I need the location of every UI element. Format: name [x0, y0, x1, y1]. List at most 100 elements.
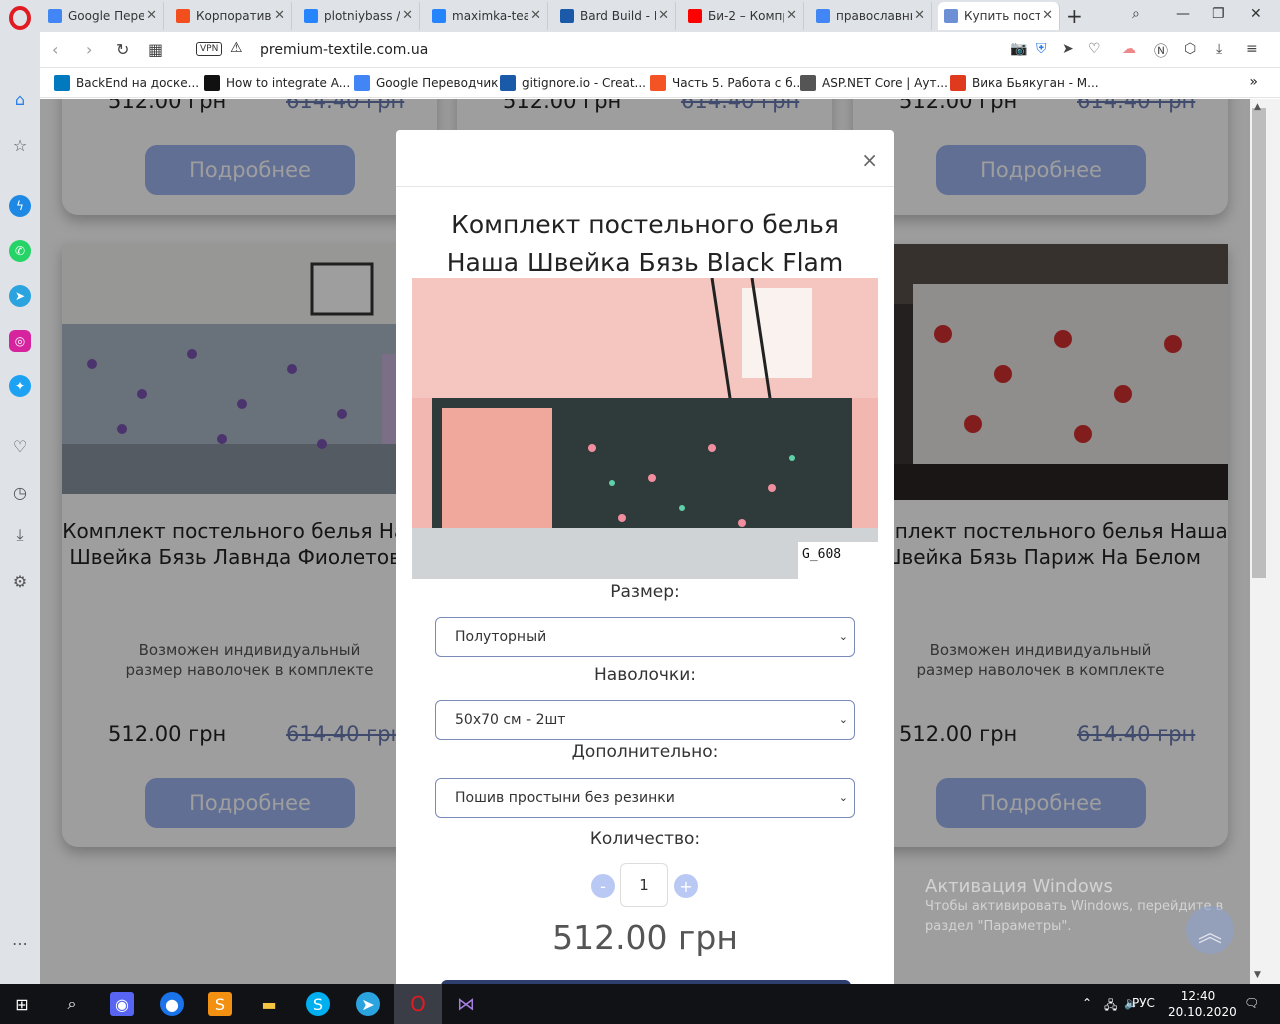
settings-gear-icon[interactable]: ⚙: [9, 570, 31, 592]
whatsapp-icon[interactable]: ✆: [9, 240, 31, 262]
scrollbar-thumb[interactable]: [1252, 108, 1266, 578]
tab-bard-build[interactable]: Bard Build - It ✕: [554, 2, 676, 30]
modal-header: ×: [396, 130, 894, 187]
image-code-label: G_608: [802, 547, 841, 562]
close-icon[interactable]: ✕: [1042, 8, 1053, 23]
forward-icon[interactable]: ›: [86, 40, 92, 59]
telegram-icon[interactable]: ➤: [356, 992, 380, 1016]
address-bar: ‹ › ↻ ▦ VPN ⚠ premium-textile.com.ua 📷 ⛨…: [40, 32, 1280, 68]
warning-icon[interactable]: ⚠: [230, 40, 243, 56]
cloud-icon[interactable]: ☁: [1122, 41, 1136, 57]
adblock-shield-icon[interactable]: ⛨: [1036, 41, 1047, 57]
vpn-badge[interactable]: VPN: [196, 42, 223, 56]
tab-label: Купить посте...: [964, 9, 1040, 23]
tab-figma[interactable]: Корпоративный ✕: [170, 2, 292, 30]
scroll-down-arrow-icon[interactable]: ▼: [1254, 970, 1261, 980]
google-translate-icon: [48, 9, 62, 23]
extra-options-select-value: Пошив простыни без резинки: [455, 790, 675, 806]
tab-label: Корпоративный: [196, 9, 272, 23]
close-icon[interactable]: ✕: [658, 8, 669, 23]
size-select[interactable]: Полуторный ⌄: [435, 617, 855, 657]
maps-icon[interactable]: ●: [160, 992, 184, 1016]
tab-label: Би-2 – Компромисс: [708, 9, 784, 23]
network-icon[interactable]: 🖧: [1104, 996, 1117, 1017]
close-icon[interactable]: ✕: [530, 8, 541, 23]
restore-icon[interactable]: ❐: [1212, 6, 1225, 22]
back-icon[interactable]: ‹: [52, 40, 58, 59]
star-icon[interactable]: ☆: [9, 134, 31, 156]
history-clock-icon[interactable]: ◷: [9, 481, 31, 503]
tab-bitbucket[interactable]: plotniybass / ... ✕: [298, 2, 420, 30]
close-icon[interactable]: ✕: [274, 8, 285, 23]
quantity-decrease-button[interactable]: -: [591, 874, 615, 898]
bookmark-aspnet[interactable]: ASP.NET Core | Аут...: [800, 75, 948, 91]
telegram-icon[interactable]: ➤: [9, 285, 31, 307]
search-tabs-icon[interactable]: ⌕: [1132, 6, 1140, 22]
speed-dial-icon[interactable]: ▦: [148, 40, 163, 59]
modal-close-button[interactable]: ×: [861, 148, 878, 172]
bitbucket-icon: [304, 9, 318, 23]
skype-icon[interactable]: S: [306, 992, 330, 1016]
tab-youtube[interactable]: Би-2 – Компромисс ✕: [682, 2, 804, 30]
close-icon[interactable]: ✕: [146, 8, 157, 23]
messenger-icon[interactable]: ϟ: [9, 195, 31, 217]
notifications-icon[interactable]: 🗨: [1244, 996, 1259, 1010]
tab-active-shop[interactable]: Купить посте... ✕: [938, 2, 1060, 30]
heart-icon[interactable]: ♡: [1088, 41, 1101, 57]
modal-product-image: G_608: [412, 278, 878, 579]
send-icon[interactable]: ➤: [1062, 41, 1074, 57]
bookmark-vika[interactable]: Вика Бьякуган - М...: [950, 75, 1099, 91]
bookmark-google-translate[interactable]: Google Переводчик: [354, 75, 498, 91]
bookmark-d-icon: [950, 75, 966, 91]
chevron-up-icon: ︽: [1198, 918, 1222, 947]
tray-chevron-up-icon[interactable]: ⌃: [1082, 996, 1092, 1010]
reload-icon[interactable]: ↻: [116, 40, 129, 59]
google-translate-icon: [354, 75, 370, 91]
tab-bitbucket-team[interactable]: maximka-team ✕: [426, 2, 548, 30]
camera-icon[interactable]: 📷: [1010, 41, 1027, 57]
figma-icon: [176, 9, 190, 23]
cube-icon[interactable]: ⬡: [1184, 41, 1196, 57]
scroll-to-top-button[interactable]: ︽: [1186, 906, 1234, 954]
extension-n-icon[interactable]: Ⓝ: [1154, 41, 1168, 61]
opera-icon[interactable]: O: [406, 992, 430, 1016]
windows-start-icon[interactable]: ⊞: [10, 992, 34, 1016]
bookmark-medium[interactable]: How to integrate A...: [204, 75, 350, 91]
sublime-text-icon[interactable]: S: [208, 992, 232, 1016]
heart-icon[interactable]: ♡: [9, 435, 31, 457]
file-explorer-icon[interactable]: ▬: [257, 992, 281, 1016]
menu-icon[interactable]: ≡: [1246, 41, 1258, 57]
taskbar-clock[interactable]: 12:40 20.10.2020: [1168, 988, 1237, 1020]
twitter-icon[interactable]: ✦: [9, 375, 31, 397]
download-icon[interactable]: ⤓: [1216, 41, 1222, 57]
language-indicator[interactable]: РУС: [1132, 996, 1155, 1010]
new-tab-button[interactable]: +: [1066, 4, 1083, 28]
close-icon[interactable]: ✕: [914, 8, 925, 23]
bitbucket-icon: [432, 9, 446, 23]
downloads-icon[interactable]: ⤓: [9, 524, 31, 546]
url-field[interactable]: premium-textile.com.ua: [260, 42, 428, 58]
extra-options-select[interactable]: Пошив простыни без резинки ⌄: [435, 778, 855, 818]
more-icon[interactable]: ⋯: [9, 932, 31, 954]
bookmark-gitignore[interactable]: gitignore.io - Creat...: [500, 75, 646, 91]
tab-google-translate[interactable]: Google Переводчик ✕: [42, 2, 164, 30]
home-icon[interactable]: ⌂: [9, 88, 31, 110]
quantity-increase-button[interactable]: +: [674, 874, 698, 898]
close-icon[interactable]: ✕: [786, 8, 797, 23]
instagram-icon[interactable]: ◎: [9, 330, 31, 352]
minimize-icon[interactable]: —: [1176, 6, 1190, 22]
scroll-up-arrow-icon[interactable]: ▲: [1254, 102, 1261, 112]
window-close-icon[interactable]: ✕: [1250, 6, 1262, 22]
pillowcases-select[interactable]: 50x70 см - 2шт ⌄: [435, 700, 855, 740]
bard-build-icon: [560, 9, 574, 23]
discord-icon[interactable]: ◉: [110, 992, 134, 1016]
search-icon[interactable]: ⌕: [60, 992, 84, 1016]
close-icon[interactable]: ✕: [402, 8, 413, 23]
visual-studio-icon[interactable]: ⋈: [454, 992, 478, 1016]
opera-logo-icon[interactable]: [6, 4, 34, 32]
bookmark-microsoft[interactable]: Часть 5. Работа с б...: [650, 75, 804, 91]
quantity-input[interactable]: 1: [620, 863, 668, 907]
bookmark-trello[interactable]: BackEnd на доске...: [54, 75, 199, 91]
tab-google-search[interactable]: православные ✕: [810, 2, 932, 30]
bookmarks-more-button[interactable]: »: [1249, 74, 1258, 90]
